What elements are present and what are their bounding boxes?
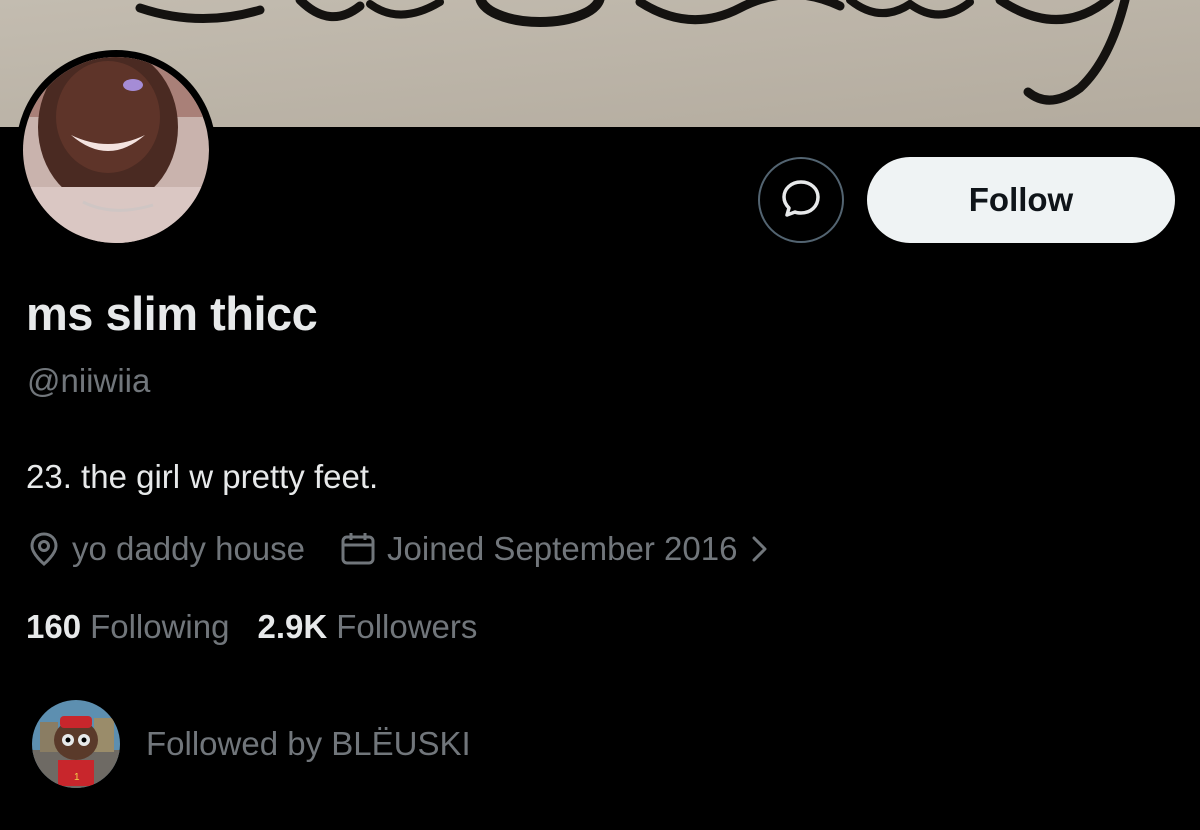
followed-by-text: Followed by BLËUSKI bbox=[146, 725, 471, 762]
profile-meta: yo daddy house Joined September 2016 bbox=[26, 527, 779, 571]
profile-handle: @niiwiia bbox=[27, 362, 151, 399]
followed-by-row[interactable]: 1 Followed by BLËUSKI bbox=[32, 700, 471, 788]
following-label: Following bbox=[90, 608, 230, 645]
location-pin-icon bbox=[26, 531, 72, 567]
avatar-photo bbox=[23, 57, 209, 243]
display-name: ms slim thicc bbox=[26, 287, 318, 340]
chevron-right-icon bbox=[751, 534, 779, 564]
message-button[interactable] bbox=[758, 157, 844, 243]
follow-button[interactable]: Follow bbox=[867, 157, 1175, 243]
svg-text:1: 1 bbox=[74, 772, 80, 783]
profile-bio: 23. the girl w pretty feet. bbox=[26, 458, 379, 495]
follower-avatar: 1 bbox=[32, 700, 120, 788]
profile-stats: 160 Following 2.9K Followers bbox=[26, 608, 477, 646]
message-icon bbox=[779, 176, 823, 225]
joined-item[interactable]: Joined September 2016 bbox=[339, 530, 779, 568]
followers-link[interactable]: 2.9K Followers bbox=[257, 608, 477, 646]
location-item: yo daddy house bbox=[26, 530, 305, 568]
location-text: yo daddy house bbox=[72, 530, 306, 567]
calendar-icon bbox=[339, 531, 387, 567]
profile-avatar[interactable] bbox=[16, 50, 216, 254]
followers-label: Followers bbox=[336, 608, 478, 645]
avatar-ring bbox=[16, 50, 216, 250]
joined-text: Joined September 2016 bbox=[387, 530, 738, 567]
following-link[interactable]: 160 Following bbox=[26, 608, 229, 646]
following-count: 160 bbox=[26, 608, 82, 645]
followers-count: 2.9K bbox=[257, 608, 328, 645]
